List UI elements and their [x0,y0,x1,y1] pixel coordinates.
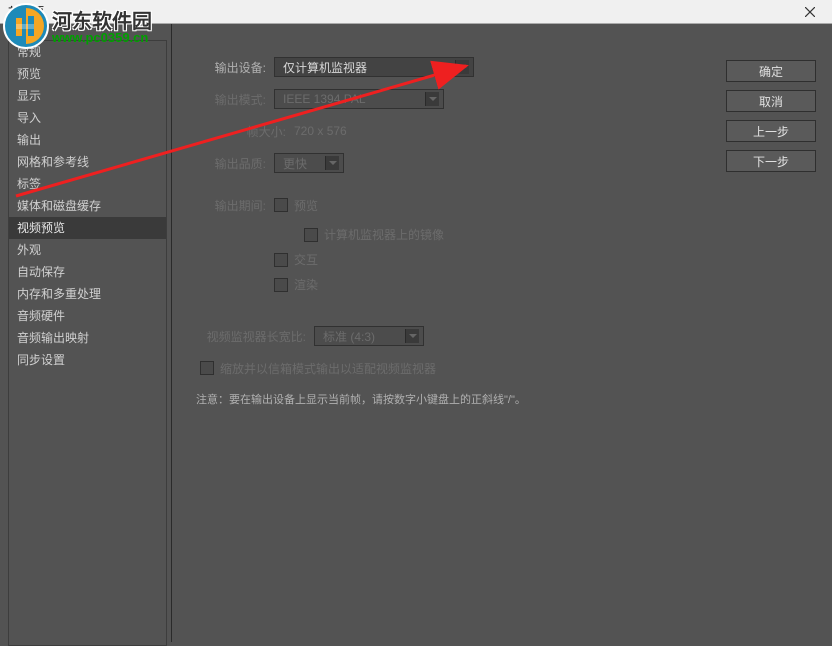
sidebar-item-memory[interactable]: 内存和多重处理 [9,283,166,305]
sidebar-item-audio-out[interactable]: 音频输出映射 [9,327,166,349]
mirror-checkbox-label: 计算机监视器上的镜像 [324,226,444,243]
output-device-dropdown[interactable]: 仅计算机监视器 [274,57,474,77]
chevron-down-icon [425,92,439,106]
next-button[interactable]: 下一步 [726,150,816,172]
frame-size-label: 帧大小: [196,123,286,140]
preview-checkbox-label: 预览 [294,197,318,214]
sidebar-item-media-cache[interactable]: 媒体和磁盘缓存 [9,195,166,217]
sidebar-item-preview[interactable]: 预览 [9,63,166,85]
ok-button[interactable]: 确定 [726,60,816,82]
sidebar-item-autosave[interactable]: 自动保存 [9,261,166,283]
output-mode-dropdown: IEEE 1394 PAL [274,89,444,109]
watermark-logo [2,2,50,53]
output-mode-label: 输出模式: [196,91,266,108]
close-icon [805,7,815,17]
chevron-down-icon [325,156,339,170]
sidebar-item-import[interactable]: 导入 [9,107,166,129]
output-quality-dropdown: 更快 [274,153,344,173]
interact-checkbox-label: 交互 [294,251,318,268]
frame-size-value: 720 x 576 [294,124,347,138]
output-during-label: 输出期间: [196,197,266,214]
render-checkbox [274,278,288,292]
chevron-down-icon [455,60,469,74]
render-checkbox-label: 渲染 [294,276,318,293]
output-device-label: 输出设备: [196,59,266,76]
close-button[interactable] [787,0,832,24]
aspect-label: 视频监视器长宽比: [196,328,306,345]
output-quality-label: 输出品质: [196,155,266,172]
letterbox-checkbox-label: 缩放并以信箱模式输出以适配视频监视器 [220,360,436,377]
prev-button[interactable]: 上一步 [726,120,816,142]
sidebar-item-video-preview[interactable]: 视频预览 [9,217,166,239]
chevron-down-icon [405,329,419,343]
sidebar-item-grid[interactable]: 网格和参考线 [9,151,166,173]
watermark-url: www.pc0359.cn [52,30,148,45]
sidebar-item-display[interactable]: 显示 [9,85,166,107]
sidebar: 常规 预览 显示 导入 输出 网格和参考线 标签 媒体和磁盘缓存 视频预览 外观… [0,24,172,642]
sidebar-item-audio-hw[interactable]: 音频硬件 [9,305,166,327]
interact-checkbox [274,253,288,267]
aspect-dropdown: 标准 (4:3) [314,326,424,346]
mirror-checkbox [304,228,318,242]
content-panel: 确定 取消 上一步 下一步 输出设备: 仅计算机监视器 输出模式: IEEE 1… [172,24,832,642]
preview-checkbox [274,198,288,212]
note-text: 注意：要在输出设备上显示当前帧，请按数字小键盘上的正斜线"/"。 [196,391,816,407]
sidebar-item-sync[interactable]: 同步设置 [9,349,166,371]
sidebar-item-output[interactable]: 输出 [9,129,166,151]
letterbox-checkbox [200,361,214,375]
sidebar-item-labels[interactable]: 标签 [9,173,166,195]
cancel-button[interactable]: 取消 [726,90,816,112]
sidebar-item-appearance[interactable]: 外观 [9,239,166,261]
